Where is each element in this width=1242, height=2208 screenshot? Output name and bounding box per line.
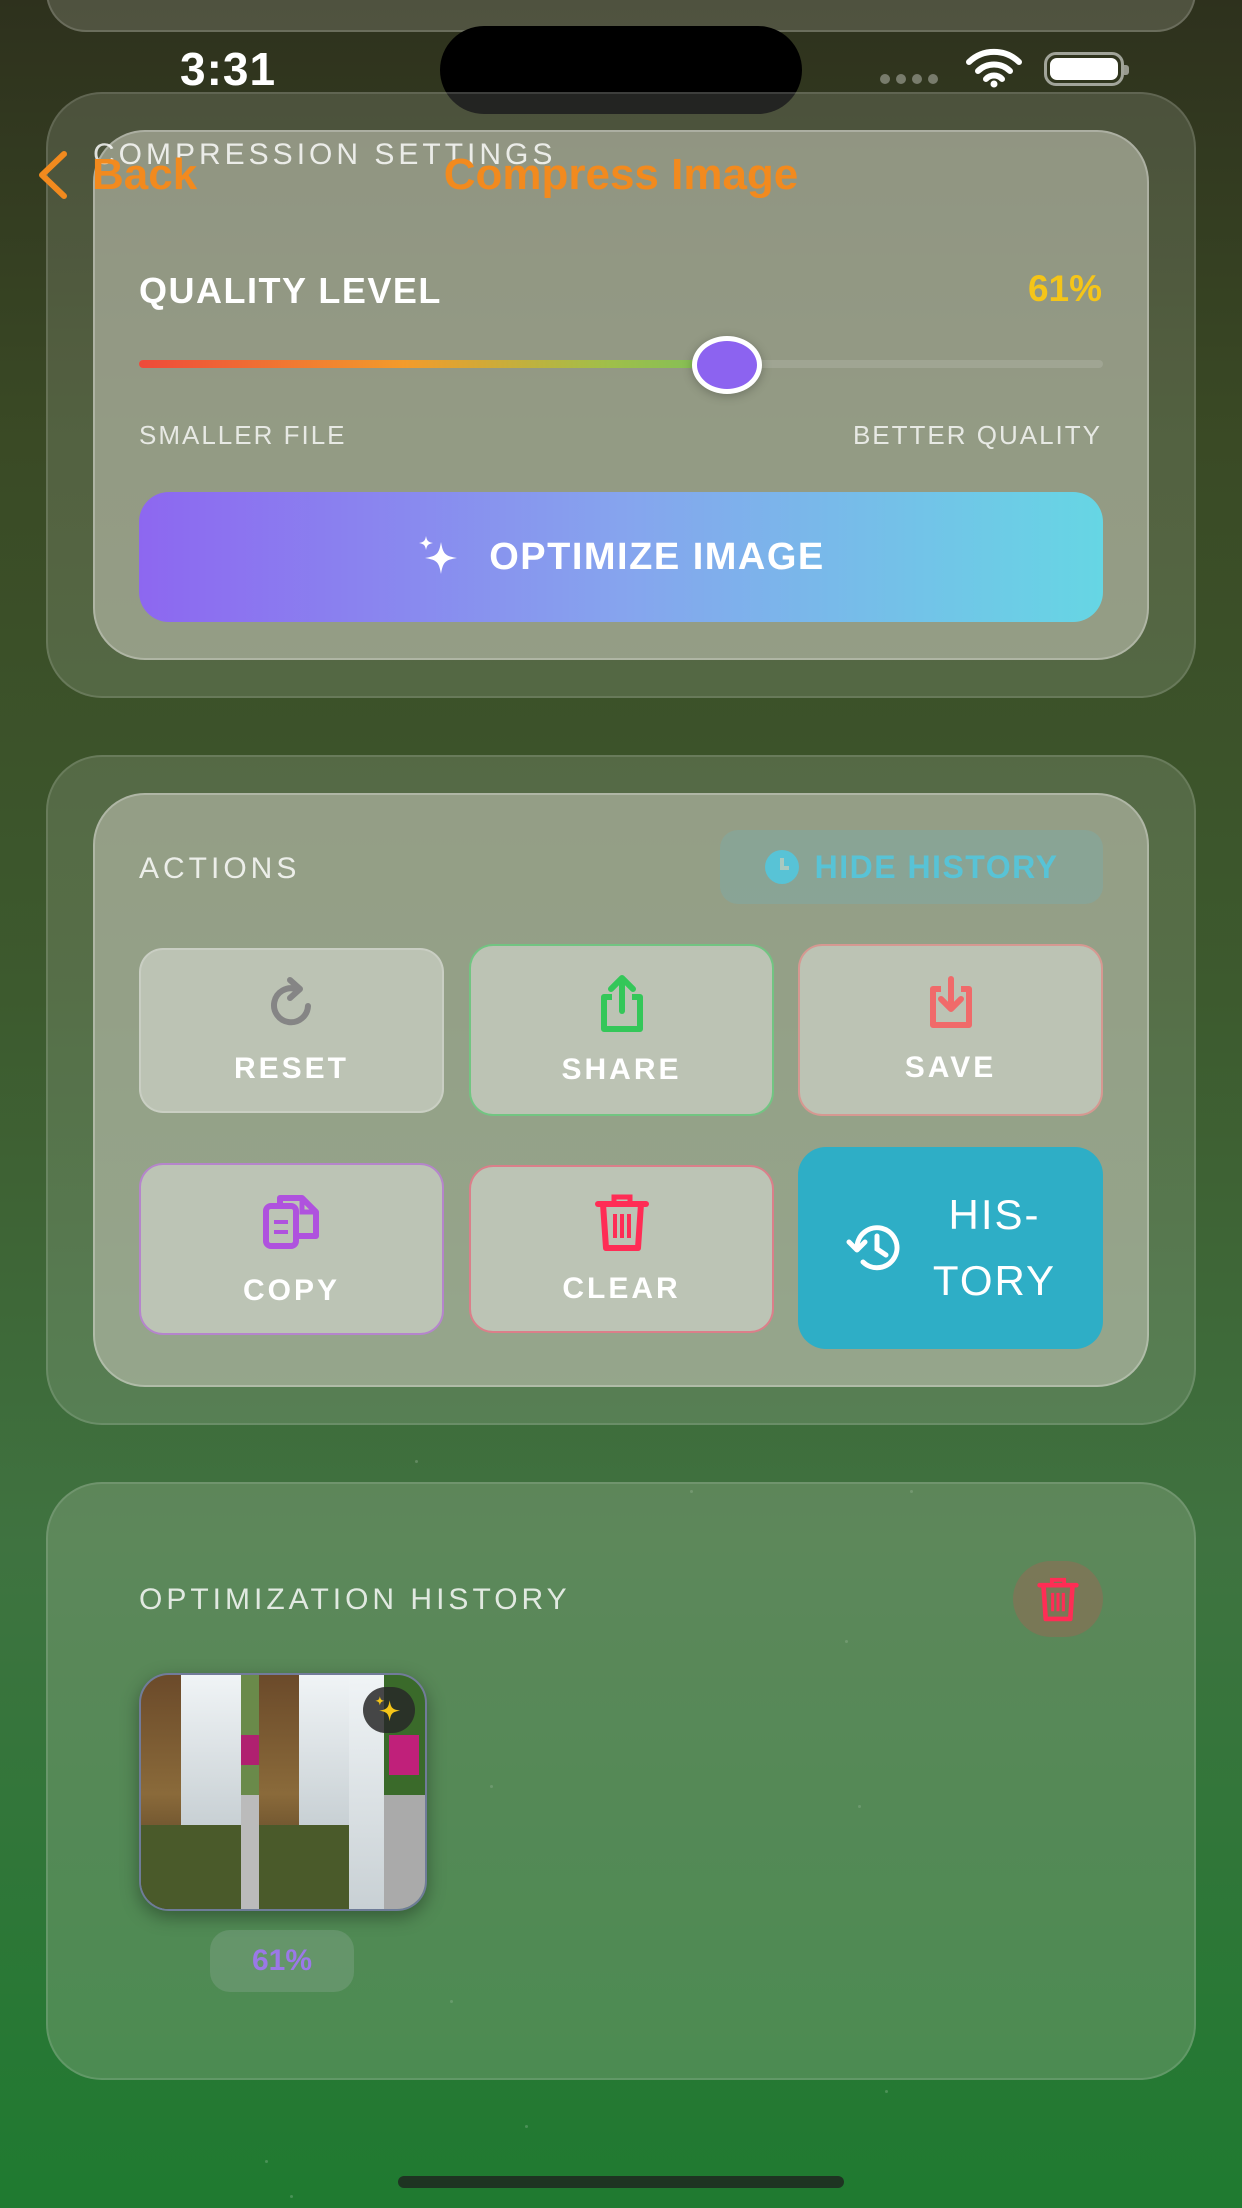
slider-thumb[interactable]	[692, 336, 763, 394]
quality-level-value: 61%	[1027, 268, 1102, 309]
clear-label: CLEAR	[562, 1272, 681, 1305]
actions-section-label: ACTIONS	[139, 852, 301, 885]
wifi-icon	[966, 48, 1022, 88]
home-indicator[interactable]	[398, 2176, 844, 2188]
history-button[interactable]: HIS- TORY	[798, 1147, 1103, 1349]
optimize-image-label: OPTIMIZE IMAGE	[489, 535, 825, 578]
reset-button[interactable]: RESET	[139, 948, 444, 1113]
sparkles-icon	[375, 1696, 401, 1722]
reset-label: RESET	[233, 1051, 350, 1085]
share-label: SHARE	[561, 1053, 682, 1086]
history-section-label: OPTIMIZATION HISTORY	[139, 1583, 571, 1616]
slider-fill	[139, 360, 728, 368]
trash-icon	[1037, 1577, 1079, 1622]
trash-icon	[594, 1194, 649, 1251]
better-quality-label: BETTER QUALITY	[852, 420, 1102, 450]
clear-history-button[interactable]	[1013, 1561, 1103, 1637]
share-button[interactable]: SHARE	[469, 944, 774, 1116]
history-clock-icon	[846, 1225, 900, 1271]
quality-slider[interactable]	[139, 336, 1103, 394]
reset-icon	[270, 976, 311, 1025]
history-item-quality: 61%	[210, 1930, 354, 1992]
optimized-badge	[363, 1687, 415, 1733]
page-title: Compress Image	[443, 150, 799, 199]
copy-button[interactable]: COPY	[139, 1163, 444, 1335]
hide-history-button[interactable]: HIDE HISTORY	[720, 830, 1103, 904]
save-label: SAVE	[904, 1051, 997, 1084]
history-item-thumbnail[interactable]	[139, 1673, 427, 1911]
save-button[interactable]: SAVE	[798, 944, 1103, 1116]
copy-icon	[262, 1195, 319, 1249]
copy-label: COPY	[242, 1274, 341, 1307]
share-icon	[600, 975, 643, 1032]
cellular-signal-icon	[880, 74, 938, 84]
sparkles-icon	[419, 536, 458, 574]
clock-icon	[764, 850, 799, 884]
smaller-file-label: SMALLER FILE	[139, 420, 347, 450]
quality-level-label: QUALITY LEVEL	[139, 270, 442, 311]
history-label-line2: TORY	[932, 1257, 1057, 1304]
hide-history-label: HIDE HISTORY	[814, 848, 1059, 885]
save-icon	[929, 976, 972, 1028]
history-label-line1: HIS-	[948, 1191, 1041, 1238]
clear-button[interactable]: CLEAR	[469, 1165, 774, 1333]
battery-icon	[1044, 52, 1129, 86]
optimize-image-button[interactable]: OPTIMIZE IMAGE	[139, 492, 1103, 622]
status-time: 3:31	[180, 43, 277, 95]
